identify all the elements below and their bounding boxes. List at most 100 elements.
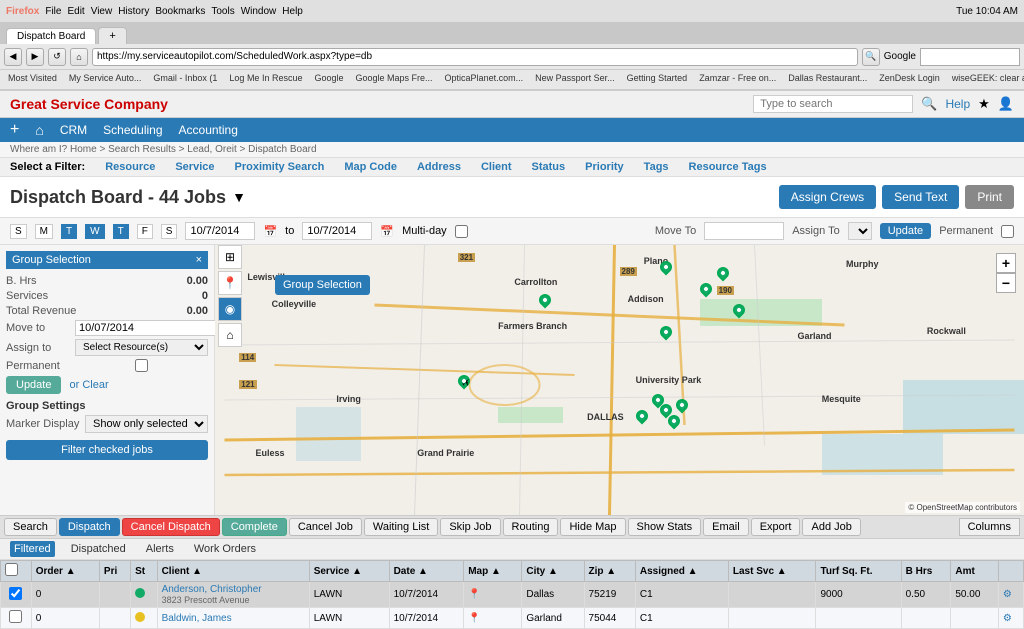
row1-client-name[interactable]: Anderson, Christopher (162, 584, 305, 595)
row2-map[interactable]: 📍 (464, 608, 522, 629)
day-m[interactable]: M (35, 224, 53, 239)
bookmark-zendesk[interactable]: ZenDesk Login (875, 72, 944, 87)
row1-checkbox[interactable] (9, 587, 22, 600)
star-icon[interactable]: ★ (978, 96, 990, 112)
group-panel-close-button[interactable]: × (196, 254, 202, 266)
tab-hide-map[interactable]: Hide Map (560, 518, 625, 536)
menu-view[interactable]: View (91, 6, 113, 17)
google-search-input[interactable] (920, 48, 1020, 66)
tab-export[interactable]: Export (751, 518, 801, 536)
assign-crews-button[interactable]: Assign Crews (779, 185, 876, 209)
dropdown-arrow-icon[interactable]: ▼ (232, 189, 246, 205)
home-nav-icon[interactable]: ⌂ (35, 122, 43, 138)
help-link[interactable]: Help (945, 97, 970, 111)
col-map[interactable]: Map ▲ (464, 561, 522, 582)
assign-to-field-select[interactable]: Select Resource(s) (75, 339, 208, 356)
new-tab[interactable]: + (98, 27, 126, 44)
bookmark-passport[interactable]: New Passport Ser... (531, 72, 619, 87)
active-tab[interactable]: Dispatch Board (6, 28, 96, 44)
filter-client[interactable]: Client (481, 161, 512, 173)
from-date-input[interactable] (185, 222, 255, 240)
menu-help[interactable]: Help (282, 6, 303, 17)
update-button[interactable]: Update (880, 223, 931, 239)
filter-address[interactable]: Address (417, 161, 461, 173)
row1-client[interactable]: Anderson, Christopher 3823 Prescott Aven… (157, 582, 309, 608)
bookmark-zamzar[interactable]: Zamzar - Free on... (695, 72, 780, 87)
permanent-field-checkbox[interactable] (75, 359, 208, 372)
subfilter-alerts[interactable]: Alerts (142, 541, 178, 557)
filter-resource-tags[interactable]: Resource Tags (689, 161, 767, 173)
row1-map[interactable]: 📍 (464, 582, 522, 608)
subfilter-dispatched[interactable]: Dispatched (67, 541, 130, 557)
row2-actions[interactable]: ⚙ (998, 608, 1023, 629)
tab-search[interactable]: Search (4, 518, 57, 536)
col-bhrs[interactable]: B Hrs (901, 561, 951, 582)
filter-service[interactable]: Service (175, 161, 214, 173)
group-update-button[interactable]: Update (6, 376, 61, 394)
filter-resource[interactable]: Resource (105, 161, 155, 173)
tab-complete[interactable]: Complete (222, 518, 287, 536)
zoom-in-button[interactable]: + (996, 253, 1016, 273)
print-button[interactable]: Print (965, 185, 1014, 209)
filter-jobs-button[interactable]: Filter checked jobs (6, 440, 208, 460)
day-f[interactable]: F (137, 224, 153, 239)
col-pri[interactable]: Pri (99, 561, 130, 582)
multi-day-checkbox[interactable] (455, 225, 468, 238)
tab-show-stats[interactable]: Show Stats (628, 518, 702, 536)
menu-window[interactable]: Window (241, 6, 277, 17)
tab-cancel-job[interactable]: Cancel Job (289, 518, 362, 536)
col-amt[interactable]: Amt (951, 561, 998, 582)
nav-crm[interactable]: CRM (60, 123, 87, 137)
col-zip[interactable]: Zip ▲ (584, 561, 635, 582)
bookmark-getting-started[interactable]: Getting Started (623, 72, 692, 87)
bookmark-optica[interactable]: OpticaPlanet.com... (441, 72, 528, 87)
home-map-icon[interactable]: ⌂ (218, 323, 242, 347)
filter-proximity[interactable]: Proximity Search (235, 161, 325, 173)
zoom-out-button[interactable]: − (996, 273, 1016, 293)
calendar-icon[interactable]: 📅 (263, 225, 277, 238)
osm-map[interactable]: Plano Murphy Carrollton Addison Garland … (215, 245, 1024, 515)
tab-waiting-list[interactable]: Waiting List (364, 518, 438, 536)
select-all-checkbox[interactable] (5, 563, 18, 576)
reload-button[interactable]: ↺ (48, 48, 66, 66)
col-last-svc[interactable]: Last Svc ▲ (728, 561, 816, 582)
bookmark-wisegeek[interactable]: wiseGEEK: clear a... (948, 72, 1024, 87)
day-s1[interactable]: S (10, 224, 27, 239)
col-client[interactable]: Client ▲ (157, 561, 309, 582)
row2-checkbox[interactable] (9, 610, 22, 623)
tab-dispatch[interactable]: Dispatch (59, 518, 120, 536)
bookmark-myservice[interactable]: My Service Auto... (65, 72, 146, 87)
forward-button[interactable]: ▶ (26, 48, 44, 66)
day-t2[interactable]: T (113, 224, 129, 239)
send-text-button[interactable]: Send Text (882, 185, 959, 209)
col-status[interactable]: St (131, 561, 158, 582)
map-pin-icon[interactable]: 📍 (218, 271, 242, 295)
menu-bookmarks[interactable]: Bookmarks (155, 6, 205, 17)
col-date[interactable]: Date ▲ (389, 561, 464, 582)
calendar-icon-2[interactable]: 📅 (380, 225, 394, 238)
nav-accounting[interactable]: Accounting (179, 123, 238, 137)
col-city[interactable]: City ▲ (522, 561, 584, 582)
app-search-input[interactable] (753, 95, 913, 113)
row2-client-name[interactable]: Baldwin, James (162, 613, 305, 624)
nav-scheduling[interactable]: Scheduling (103, 123, 162, 137)
tab-add-job[interactable]: Add Job (802, 518, 860, 536)
row2-client[interactable]: Baldwin, James (157, 608, 309, 629)
to-date-input[interactable] (302, 222, 372, 240)
day-w[interactable]: W (85, 224, 104, 239)
col-turf[interactable]: Turf Sq. Ft. (816, 561, 901, 582)
tab-skip-job[interactable]: Skip Job (440, 518, 500, 536)
menu-tools[interactable]: Tools (211, 6, 234, 17)
columns-button[interactable]: Columns (959, 518, 1020, 536)
col-service[interactable]: Service ▲ (309, 561, 389, 582)
bookmark-google[interactable]: Google (310, 72, 347, 87)
user-icon[interactable]: 👤 (998, 96, 1014, 112)
bookmark-most-visited[interactable]: Most Visited (4, 72, 61, 87)
filter-tags[interactable]: Tags (644, 161, 669, 173)
menu-file[interactable]: File (45, 6, 61, 17)
url-bar[interactable] (92, 48, 858, 66)
bookmark-logmein[interactable]: Log Me In Rescue (225, 72, 306, 87)
back-button[interactable]: ◀ (4, 48, 22, 66)
tab-email[interactable]: Email (703, 518, 749, 536)
filter-priority[interactable]: Priority (585, 161, 624, 173)
